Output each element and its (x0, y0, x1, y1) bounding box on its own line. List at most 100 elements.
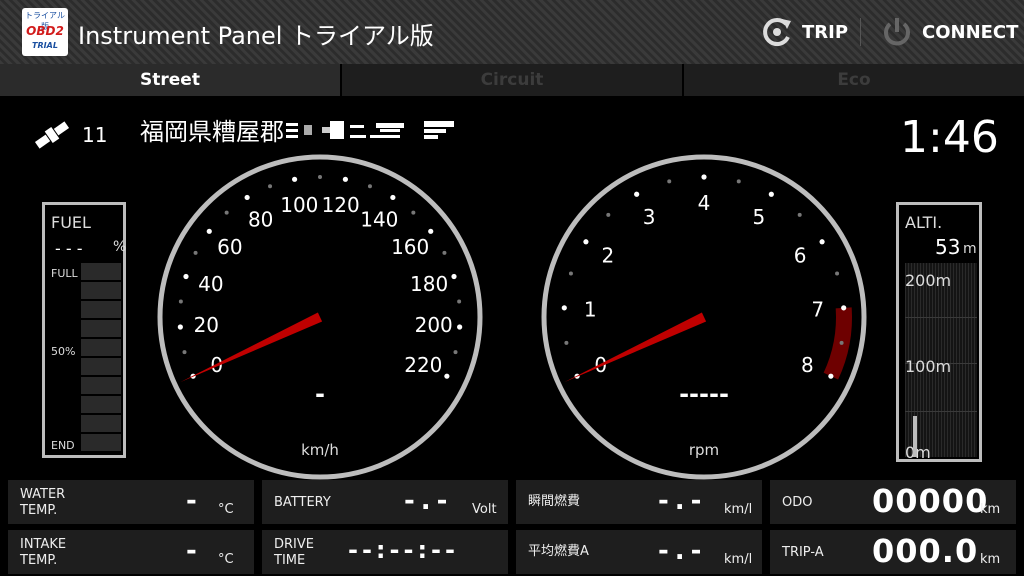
tachometer-major-tick (841, 305, 847, 311)
average-fuel-cell: 平均燃費A -.- km/l (516, 530, 762, 574)
speedometer-major-tick (428, 228, 434, 234)
altitude-bar (913, 415, 917, 457)
speedometer-tick-label: 220 (404, 353, 442, 377)
instant-fuel-value: -.- (658, 486, 708, 516)
tachometer-major-tick (819, 239, 825, 245)
tachometer-major-tick (561, 305, 567, 311)
speedometer-unit: km/h (301, 441, 339, 459)
speedometer-major-tick (291, 176, 298, 182)
tachometer-minor-tick (564, 340, 569, 345)
speedometer-major-tick (244, 194, 250, 201)
speedometer-minor-tick (178, 299, 183, 304)
odo-unit: km (980, 502, 1001, 517)
tachometer-redzone (823, 307, 852, 380)
odo-label: ODO (782, 495, 813, 510)
water-temp-label-2: TEMP. (20, 503, 58, 518)
speedometer-tick-label: 200 (415, 313, 453, 337)
instant-fuel-label: 瞬間燃費 (528, 494, 581, 509)
drive-time-cell: DRIVE TIME --:--:-- (262, 530, 508, 574)
average-fuel-unit: km/l (724, 552, 753, 567)
intake-temp-cell: INTAKE TEMP. - °C (8, 530, 254, 574)
tachometer-tick-label: 2 (601, 244, 614, 268)
odo-value: 00000 (872, 482, 989, 520)
speedometer-tick-label: 80 (248, 208, 273, 232)
altitude-value: 53 (935, 235, 961, 259)
water-temp-cell: WATER TEMP. - °C (8, 480, 254, 524)
altitude-level-0: 0m (905, 443, 931, 462)
tachometer-minor-tick (835, 271, 840, 276)
tachometer-readout: ----- (679, 380, 729, 408)
tachometer-tick-label: 4 (698, 191, 711, 215)
speedometer-major-tick (451, 273, 457, 280)
tachometer-major-tick (828, 373, 834, 379)
tachometer-minor-tick (606, 212, 611, 217)
battery-unit: Volt (472, 502, 497, 517)
altitude-level-200: 200m (905, 271, 952, 290)
tachometer-minor-tick (736, 179, 741, 184)
altitude-label: ALTI. (905, 213, 943, 232)
intake-temp-value: - (186, 536, 197, 566)
speedometer-tick-label: 20 (194, 313, 219, 337)
tachometer-major-tick (634, 191, 640, 197)
speedometer-major-tick (390, 194, 396, 201)
tachometer-tick-label: 5 (752, 205, 765, 229)
battery-value: -.- (404, 486, 454, 516)
speedometer-minor-tick (367, 184, 372, 189)
tachometer-minor-tick (797, 212, 802, 217)
drive-time-label-1: DRIVE (274, 537, 314, 552)
intake-temp-unit: °C (218, 552, 234, 567)
drive-time-label-2: TIME (274, 553, 306, 568)
battery-cell: BATTERY -.- Volt (262, 480, 508, 524)
speedometer-minor-tick (457, 299, 462, 304)
tachometer-minor-tick (568, 271, 573, 276)
average-fuel-value: -.- (658, 536, 708, 566)
speedometer-minor-tick (224, 210, 229, 215)
instant-fuel-cell: 瞬間燃費 -.- km/l (516, 480, 762, 524)
speedometer-minor-tick (193, 250, 198, 255)
trip-a-label: TRIP-A (782, 545, 824, 560)
intake-temp-label-2: TEMP. (20, 553, 58, 568)
tachometer-needle (564, 312, 707, 383)
tachometer-unit: rpm (689, 441, 719, 459)
tachometer-tick-label: 6 (794, 244, 807, 268)
tachometer-major-tick (583, 239, 589, 245)
tachometer-major-tick (701, 174, 707, 180)
speedometer-minor-tick (268, 184, 273, 189)
tachometer-minor-tick (839, 340, 844, 345)
battery-label: BATTERY (274, 495, 331, 510)
instant-fuel-unit: km/l (724, 502, 753, 517)
tachometer-major-tick (768, 191, 774, 197)
speedometer-major-tick (177, 324, 183, 330)
tachometer: 012345678-----rpm (541, 154, 867, 480)
tachometer-tick-label: 7 (811, 298, 824, 322)
speedometer-minor-tick (453, 350, 458, 355)
intake-temp-label-1: INTAKE (20, 537, 67, 552)
speedometer-minor-tick (182, 350, 187, 355)
trip-a-value: 000.0 (872, 532, 979, 570)
speedometer-minor-tick (411, 210, 416, 215)
altitude-level-100: 100m (905, 357, 952, 376)
speedometer-major-tick (183, 273, 189, 280)
altitude-gauge: ALTI. 53 m 200m 100m 0m (896, 202, 982, 462)
trip-a-cell: TRIP-A 000.0 km (770, 530, 1016, 574)
water-temp-value: - (186, 486, 197, 516)
tachometer-tick-label: 3 (643, 205, 656, 229)
speedometer: 020406080100120140160180200220-km/h (157, 154, 483, 480)
speedometer-tick-label: 120 (322, 193, 360, 217)
altitude-gridline (905, 317, 977, 318)
water-temp-label-1: WATER (20, 487, 66, 502)
speedometer-tick-label: 180 (410, 272, 448, 296)
speedometer-major-tick (444, 373, 450, 379)
altitude-unit: m (963, 241, 977, 257)
average-fuel-label: 平均燃費A (528, 544, 589, 559)
water-temp-unit: °C (218, 502, 234, 517)
tachometer-tick-label: 1 (584, 298, 597, 322)
speedometer-minor-tick (318, 175, 322, 179)
speedometer-tick-label: 100 (280, 193, 318, 217)
speedometer-tick-label: 140 (360, 208, 398, 232)
trip-a-unit: km (980, 552, 1001, 567)
odo-cell: ODO 00000 km (770, 480, 1016, 524)
speedometer-tick-label: 160 (391, 235, 429, 259)
altitude-gridline (905, 411, 977, 412)
tachometer-tick-label: 8 (801, 353, 814, 377)
